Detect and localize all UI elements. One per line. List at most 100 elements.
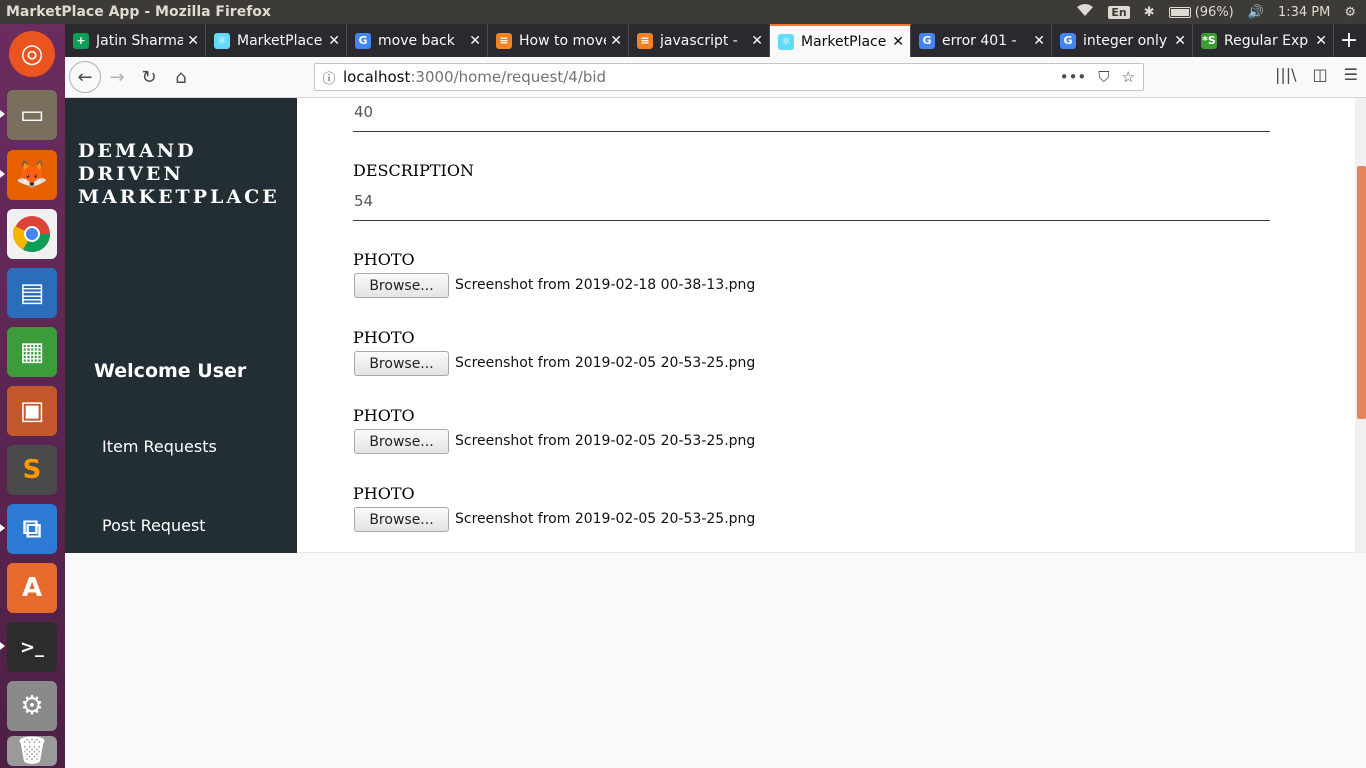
volume-icon[interactable]: 🔊 <box>1248 5 1264 20</box>
url-path: :3000/home/request/4/bid <box>410 68 607 86</box>
sidebar-toggle-icon[interactable]: ◫ <box>1313 65 1328 84</box>
tab-favicon-icon: G <box>919 32 935 49</box>
system-tray: En ✱ (96%) 🔊 1:34 PM ⚙ <box>1076 3 1366 21</box>
chrome-icon[interactable] <box>7 209 57 259</box>
close-tab-icon[interactable]: ✕ <box>1174 33 1186 49</box>
browser-tab[interactable]: ⚛ MarketPlace ✕ <box>770 24 911 57</box>
tab-label: Regular Exp <box>1224 32 1309 49</box>
close-tab-icon[interactable]: ✕ <box>1033 33 1045 49</box>
library-icon[interactable]: |||\ <box>1275 65 1297 84</box>
trash-icon[interactable]: 🗑 <box>7 736 57 766</box>
running-indicator <box>0 642 5 650</box>
browser-tab[interactable]: ⚛ MarketPlace ✕ <box>206 24 347 57</box>
close-tab-icon[interactable]: ✕ <box>751 33 763 49</box>
close-tab-icon[interactable]: ✕ <box>187 33 199 49</box>
photo-label: PHOTO <box>353 328 415 347</box>
running-indicator <box>0 170 5 178</box>
libreoffice-impress-icon[interactable]: ▣ <box>7 386 57 436</box>
tab-favicon-icon: ≡ <box>496 32 512 49</box>
libreoffice-calc-icon[interactable]: ▦ <box>7 327 57 377</box>
description-field[interactable]: 54 <box>354 192 373 210</box>
tab-label: move back <box>378 32 455 49</box>
browser-tab[interactable]: ≡ How to move ✕ <box>488 24 629 57</box>
sidebar-item-post-request[interactable]: Post Request <box>102 516 206 535</box>
browser-tab[interactable]: ≡ javascript - ✕ <box>629 24 770 57</box>
url-bar[interactable]: ⓘ localhost:3000/home/request/4/bid ••• … <box>314 63 1144 91</box>
firefox-icon[interactable]: 🦊 <box>7 150 57 200</box>
close-tab-icon[interactable]: ✕ <box>1315 33 1327 49</box>
unity-launcher: ◎ ▭ 🦊 ▤ ▦ ▣ S ⧉ A >_ ⚙ 🗑 <box>0 24 65 768</box>
close-tab-icon[interactable]: ✕ <box>610 33 622 49</box>
battery-indicator[interactable]: (96%) <box>1168 5 1234 20</box>
vscode-icon[interactable]: ⧉ <box>7 504 57 554</box>
running-indicator <box>0 524 5 532</box>
bluetooth-icon[interactable]: ✱ <box>1144 5 1155 20</box>
brand-logo[interactable]: DEMAND DRIVEN MARKETPLACE <box>78 140 280 209</box>
selected-file-name: Screenshot from 2019-02-05 20-53-25.png <box>455 355 756 371</box>
browser-tab[interactable]: Gmove back ✕ <box>347 24 488 57</box>
description-label: DESCRIPTION <box>353 161 474 180</box>
url-actions: ••• ⛉ ☆ <box>1060 68 1143 86</box>
reload-button[interactable]: ↻ <box>133 61 165 93</box>
system-settings-icon[interactable]: ⚙ <box>7 681 57 731</box>
tab-label: error 401 - <box>942 32 1017 49</box>
browse-button[interactable]: Browse... <box>354 273 449 298</box>
page-viewport: DEMAND DRIVEN MARKETPLACE Welcome User I… <box>65 98 1366 768</box>
navigation-bar: ← → ↻ ⌂ ⓘ localhost:3000/home/request/4/… <box>65 57 1366 98</box>
tab-favicon-icon: G <box>355 32 371 49</box>
browse-button[interactable]: Browse... <box>354 507 449 532</box>
tab-favicon-icon: *S <box>1201 32 1217 49</box>
tab-label: MarketPlace <box>801 33 887 50</box>
brand-line: MARKETPLACE <box>78 186 280 208</box>
wifi-icon[interactable] <box>1076 3 1094 21</box>
close-tab-icon[interactable]: ✕ <box>892 34 904 50</box>
tab-label: integer only <box>1083 32 1168 49</box>
browse-button[interactable]: Browse... <box>354 429 449 454</box>
selected-file-name: Screenshot from 2019-02-18 00-38-13.png <box>455 277 756 293</box>
tab-favicon-icon: + <box>73 32 89 49</box>
page-scrollbar[interactable] <box>1355 98 1366 553</box>
tab-label: MarketPlace <box>237 32 323 49</box>
sublime-text-icon[interactable]: S <box>7 445 57 495</box>
close-tab-icon[interactable]: ✕ <box>469 33 481 49</box>
window-title: MarketPlace App - Mozilla Firefox <box>6 4 271 20</box>
clock[interactable]: 1:34 PM <box>1278 5 1330 20</box>
forward-button[interactable]: → <box>101 61 133 93</box>
browser-tab[interactable]: + Jatin Sharma ✕ <box>65 24 206 57</box>
back-button[interactable]: ← <box>69 61 101 93</box>
new-tab-button[interactable]: + <box>1334 24 1364 57</box>
bid-form: 40 DESCRIPTION 54 PHOTO Browse... Screen… <box>297 98 1355 553</box>
url-host: localhost <box>343 68 411 86</box>
page-actions-icon[interactable]: ••• <box>1060 68 1087 86</box>
pocket-icon[interactable]: ⛉ <box>1098 68 1109 86</box>
browse-button[interactable]: Browse... <box>354 351 449 376</box>
tab-favicon-icon: ≡ <box>637 32 653 49</box>
libreoffice-writer-icon[interactable]: ▤ <box>7 268 57 318</box>
files-icon[interactable]: ▭ <box>7 90 57 140</box>
home-button[interactable]: ⌂ <box>165 61 197 93</box>
field-underline <box>353 131 1270 132</box>
keyboard-layout-indicator[interactable]: En <box>1108 5 1130 19</box>
price-field[interactable]: 40 <box>354 103 373 121</box>
selected-file-name: Screenshot from 2019-02-05 20-53-25.png <box>455 433 756 449</box>
tab-favicon-icon: G <box>1060 32 1076 49</box>
browser-tab[interactable]: *S Regular Exp ✕ <box>1193 24 1334 57</box>
browser-tab[interactable]: Ginteger only ✕ <box>1052 24 1193 57</box>
scrollbar-thumb[interactable] <box>1357 166 1366 419</box>
brand-line: DRIVEN <box>78 163 184 185</box>
tab-strip: + Jatin Sharma ✕ ⚛ MarketPlace ✕ Gmove back ✕ ≡ H… <box>65 24 1366 57</box>
tab-label: javascript - <box>660 32 738 49</box>
battery-icon <box>1168 6 1191 18</box>
ubuntu-dash-icon[interactable]: ◎ <box>9 31 55 77</box>
gear-icon[interactable]: ⚙ <box>1344 5 1356 20</box>
close-tab-icon[interactable]: ✕ <box>328 33 340 49</box>
menu-icon[interactable]: ☰ <box>1344 65 1358 84</box>
tab-favicon-icon: ⚛ <box>214 32 230 49</box>
site-info-icon[interactable]: ⓘ <box>315 68 343 87</box>
terminal-icon[interactable]: >_ <box>7 622 57 672</box>
bookmark-star-icon[interactable]: ☆ <box>1122 68 1135 86</box>
tab-label: Jatin Sharma <box>96 32 184 49</box>
browser-tab[interactable]: Gerror 401 - ✕ <box>911 24 1052 57</box>
sidebar-item-item-requests[interactable]: Item Requests <box>102 437 217 456</box>
software-center-icon[interactable]: A <box>7 563 57 613</box>
